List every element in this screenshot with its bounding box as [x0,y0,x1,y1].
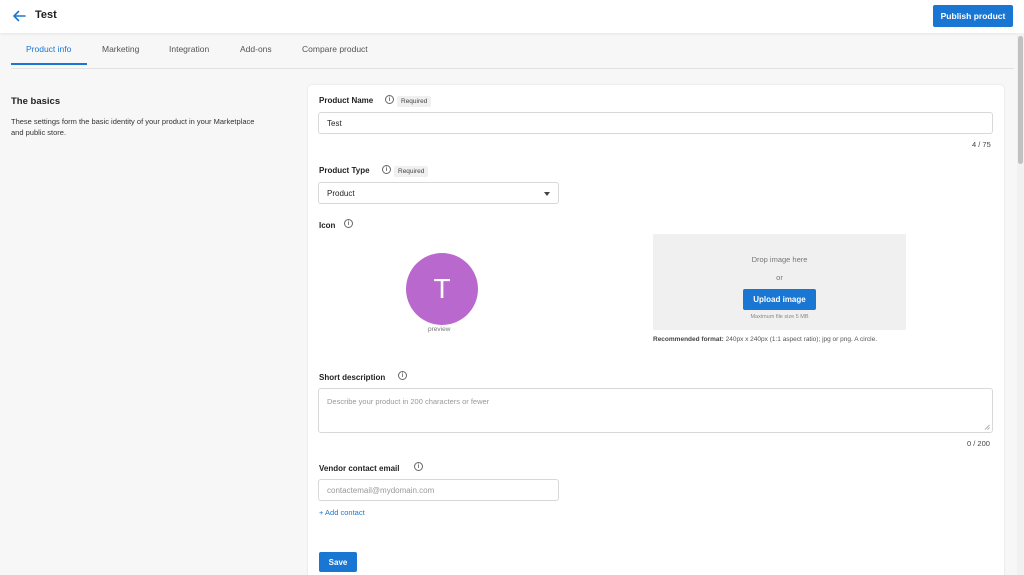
icon-label: Icon [319,221,336,230]
required-badge: Required [397,96,432,107]
publish-product-button[interactable]: Publish product [933,5,1013,27]
chevron-down-icon [544,192,550,196]
info-icon[interactable]: i [344,219,353,228]
product-name-value: Test [327,118,342,128]
vendor-email-input[interactable]: contactemail@mydomain.com [318,479,559,501]
image-drop-zone[interactable]: Drop image here or Upload image Maximum … [653,234,906,330]
short-description-placeholder: Describe your product in 200 characters … [327,397,490,406]
product-name-counter: 4 / 75 [972,140,991,149]
add-contact-link[interactable]: + Add contact [319,508,365,517]
tab-product-info[interactable]: Product info [26,44,71,64]
product-type-label: Product Type [319,166,370,175]
resize-handle-icon[interactable] [984,424,990,430]
back-arrow-icon[interactable] [12,8,26,24]
short-description-counter: 0 / 200 [967,439,990,448]
product-name-label: Product Name [319,96,374,105]
preview-caption: preview [428,326,451,333]
drop-image-text: Drop image here [751,255,808,264]
vendor-email-placeholder: contactemail@mydomain.com [327,485,435,495]
page-title: Test [35,9,57,21]
active-tab-indicator [11,63,87,65]
page-scrollbar[interactable] [1017,33,1024,575]
tabs-divider [11,68,1014,69]
vendor-email-label: Vendor contact email [319,464,400,473]
scrollbar-thumb[interactable] [1018,36,1023,164]
recommended-format-heading: Recommended format: [653,336,724,343]
short-description-label: Short description [319,373,386,382]
or-text: or [776,273,783,282]
short-description-textarea[interactable]: Describe your product in 200 characters … [318,388,993,433]
tab-marketing[interactable]: Marketing [102,44,139,64]
product-type-value: Product [327,188,355,198]
info-icon[interactable]: i [398,371,407,380]
upload-image-button[interactable]: Upload image [743,289,816,310]
product-name-input[interactable]: Test [318,112,993,134]
required-badge: Required [394,166,429,177]
recommended-format-text: Recommended format: 240px x 240px (1:1 a… [653,335,908,345]
max-file-size-text: Maximum file size 5 MB [750,314,809,320]
section-title: The basics [11,96,61,107]
tab-compare-product[interactable]: Compare product [302,44,368,64]
recommended-format-detail: 240px x 240px (1:1 aspect ratio); jpg or… [723,336,877,343]
section-description: These settings form the basic identity o… [11,117,255,137]
info-icon[interactable]: i [382,165,391,174]
product-type-select[interactable]: Product [318,182,559,204]
icon-preview-avatar: T [406,253,478,325]
top-bar: Test Publish product [0,0,1024,33]
form-card [308,85,1004,575]
tab-add-ons[interactable]: Add-ons [240,44,272,64]
tab-integration[interactable]: Integration [169,44,209,64]
info-icon[interactable]: i [414,462,423,471]
info-icon[interactable]: i [385,95,394,104]
save-button[interactable]: Save [319,552,357,572]
